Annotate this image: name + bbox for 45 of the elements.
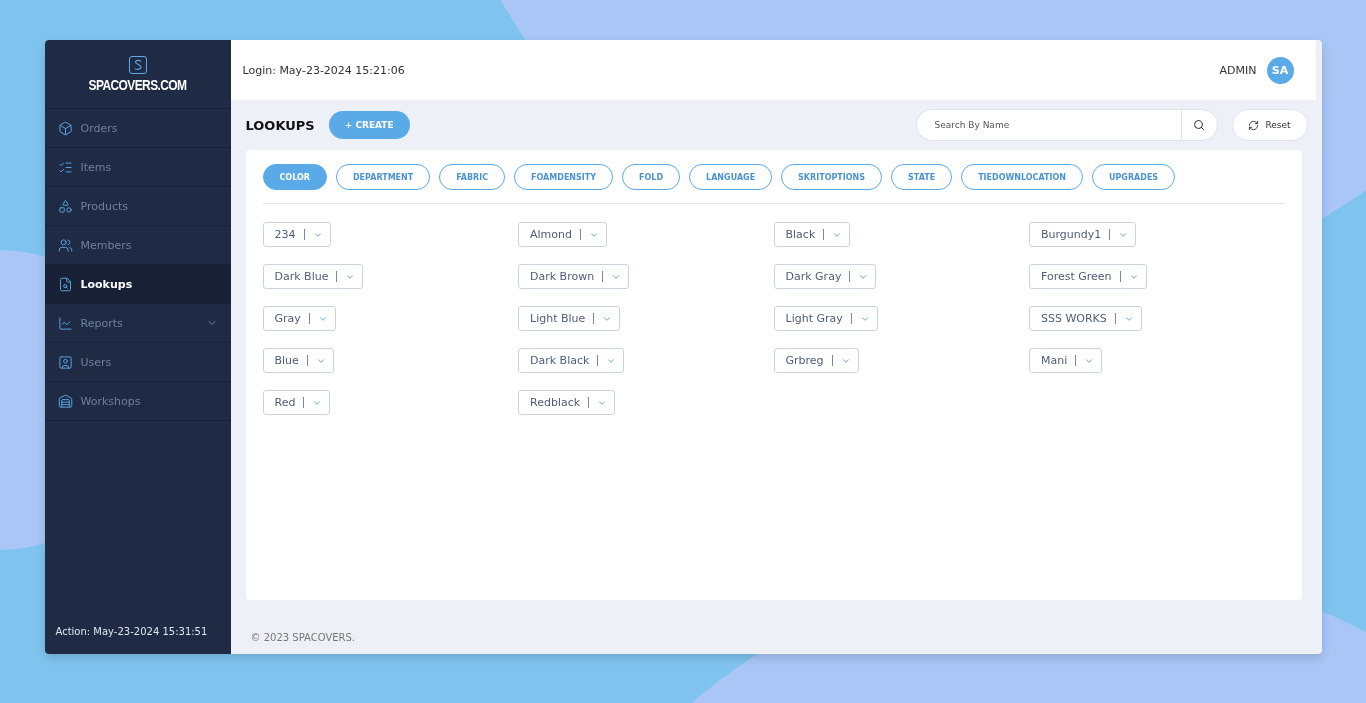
refresh-icon — [1248, 119, 1260, 131]
login-timestamp: Login: May-23-2024 15:21:06 — [242, 63, 405, 77]
search-button[interactable] — [1180, 109, 1218, 141]
sidebar-item[interactable]: Reports — [44, 304, 231, 343]
logo-text: SPACOVERS.COM — [88, 76, 187, 94]
copyright: © 2023 SPACOVERS. — [249, 631, 357, 645]
sidebar-item[interactable]: Orders — [44, 109, 231, 148]
lookup-dropdown[interactable]: Dark Black — [518, 348, 625, 373]
lookup-dropdown[interactable]: Redblack — [518, 390, 616, 415]
file-search-icon — [57, 276, 73, 292]
users-icon — [57, 237, 73, 253]
lookup-dropdown[interactable]: Dark Gray — [773, 264, 877, 289]
lookup-dropdown[interactable]: Dark Brown — [518, 264, 630, 289]
sidebar-item[interactable]: Lookups — [44, 265, 231, 304]
lookup-dropdown[interactable]: Gray — [262, 306, 336, 331]
lookup-dropdown[interactable]: Black — [773, 222, 851, 247]
lookup-dropdown[interactable]: Blue — [262, 348, 334, 373]
lookup-dropdown[interactable]: Dark Blue — [262, 264, 364, 289]
warehouse-icon — [57, 393, 73, 409]
reset-button[interactable]: Reset — [1231, 109, 1308, 141]
lookup-dropdown[interactable]: Burgundy1 — [1029, 222, 1137, 247]
checklist-icon — [57, 159, 73, 175]
logo-icon — [128, 56, 147, 74]
lookup-dropdown[interactable]: Light Gray — [773, 306, 878, 331]
lookup-dropdown[interactable]: Forest Green — [1029, 264, 1147, 289]
lookup-dropdown[interactable]: Mani — [1029, 348, 1103, 373]
search-icon — [1193, 119, 1205, 131]
shapes-icon — [57, 198, 73, 214]
line-chart-icon — [57, 315, 73, 331]
lookup-dropdown[interactable]: SSS WORKS — [1029, 306, 1142, 331]
sidebar-item[interactable]: Workshops — [44, 382, 231, 421]
sidebar-item[interactable]: Products — [44, 187, 231, 226]
search-field[interactable]: Search By Name — [915, 109, 1181, 141]
sidebar-item[interactable]: Users — [44, 343, 231, 382]
box-icon — [57, 120, 73, 136]
action-timestamp: Action: May-23-2024 15:31:51 — [54, 626, 209, 639]
lookup-dropdown[interactable]: Grbreg — [773, 348, 859, 373]
lookup-dropdown[interactable]: Red — [262, 390, 331, 415]
lookup-dropdown[interactable]: 234 — [262, 222, 331, 247]
lookup-dropdown[interactable]: Light Blue — [518, 306, 621, 331]
lookup-dropdown[interactable]: Almond — [518, 222, 607, 247]
user-card-icon — [57, 354, 73, 370]
user-name: ADMIN — [1219, 63, 1257, 77]
sidebar-item[interactable]: Items — [44, 148, 231, 187]
page-title: LOOKUPS — [245, 117, 315, 133]
